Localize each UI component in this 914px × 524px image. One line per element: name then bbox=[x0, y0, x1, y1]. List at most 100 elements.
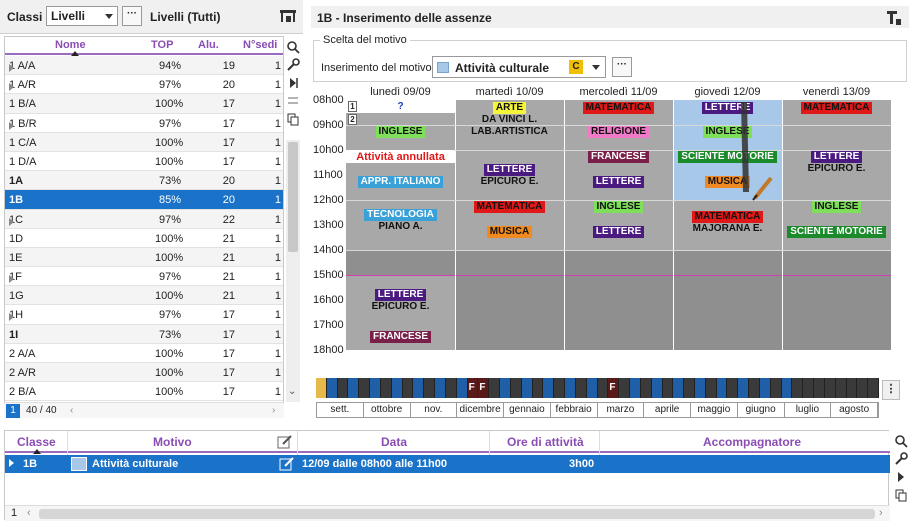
expand-icon[interactable] bbox=[894, 470, 908, 484]
unknown-lesson[interactable]: ? bbox=[346, 101, 455, 112]
lesson-cell[interactable]: APPR. ITALIANO bbox=[346, 176, 455, 188]
week-block[interactable] bbox=[868, 378, 880, 398]
lesson-cell[interactable]: MATEMATICA bbox=[564, 102, 673, 115]
week-block[interactable] bbox=[662, 378, 674, 398]
expand-row-icon[interactable] bbox=[9, 121, 14, 130]
lesson-cell[interactable]: MATEMATICA bbox=[782, 102, 891, 115]
table-row[interactable]: 2 A/A 100% 17 1 bbox=[5, 343, 283, 363]
month-label[interactable]: agosto bbox=[831, 403, 878, 417]
week-block[interactable] bbox=[738, 378, 750, 398]
motivo-select[interactable]: Attività culturale C bbox=[432, 56, 606, 78]
week-block[interactable] bbox=[380, 378, 392, 398]
week-block[interactable] bbox=[619, 378, 631, 398]
lesson-cell[interactable]: INGLESE bbox=[782, 201, 891, 213]
week-block[interactable] bbox=[759, 378, 771, 398]
copy-icon[interactable] bbox=[894, 488, 908, 502]
table-row[interactable]: 1H 97% 17 1 bbox=[5, 305, 283, 325]
table-row[interactable]: 1A 73% 20 1 bbox=[5, 171, 283, 191]
lesson-cell[interactable]: INGLESE bbox=[564, 201, 673, 213]
week-block[interactable] bbox=[640, 378, 652, 398]
lesson-cell[interactable]: MUSICA bbox=[455, 226, 564, 238]
week-block[interactable] bbox=[857, 378, 869, 398]
expand-row-icon[interactable] bbox=[9, 83, 14, 92]
col-data[interactable]: Data bbox=[381, 435, 407, 449]
month-label[interactable]: ottobre bbox=[364, 403, 411, 417]
week-block[interactable] bbox=[359, 378, 371, 398]
classi-more-button[interactable]: ··· bbox=[122, 6, 142, 26]
table-row[interactable]: 1B 85% 20 1 bbox=[5, 190, 283, 210]
year-calendar-strip[interactable]: FFF sett. ottobre nov. dicembre gennaio febbr… bbox=[316, 378, 880, 418]
week-block[interactable] bbox=[684, 378, 695, 398]
wrench-icon[interactable] bbox=[894, 452, 908, 466]
day-header[interactable]: lunedì 09/09 bbox=[346, 86, 455, 100]
week-block[interactable] bbox=[391, 378, 403, 398]
search-icon[interactable] bbox=[286, 40, 300, 54]
week-block[interactable] bbox=[456, 378, 468, 398]
table-row[interactable]: 1 A/R 97% 20 1 bbox=[5, 75, 283, 95]
month-label[interactable]: maggio bbox=[691, 403, 738, 417]
filter-icon[interactable] bbox=[885, 9, 903, 27]
col-classe[interactable]: Classe bbox=[17, 435, 56, 449]
page-current[interactable]: 1 bbox=[6, 404, 20, 418]
lesson-cell[interactable]: LETTERE EPICURO E. bbox=[346, 288, 455, 313]
lesson-cell[interactable]: LETTERE EPICURO E. bbox=[455, 163, 564, 188]
week-block[interactable] bbox=[846, 378, 858, 398]
day-header[interactable]: venerdì 13/09 bbox=[782, 86, 891, 100]
week-block[interactable] bbox=[370, 378, 381, 398]
week-block[interactable] bbox=[792, 378, 804, 398]
col-accompagnatore[interactable]: Accompagnatore bbox=[703, 435, 801, 449]
expand-row-icon[interactable] bbox=[9, 64, 14, 72]
table-row[interactable]: 2 B/A 100% 17 1 bbox=[5, 382, 283, 402]
cancelled-activity[interactable]: Attività annullata bbox=[346, 151, 455, 163]
lesson-cell[interactable]: LETTERE bbox=[564, 176, 673, 188]
day-header[interactable]: martedì 10/09 bbox=[455, 86, 564, 100]
week-block[interactable] bbox=[835, 378, 847, 398]
scroll-right-icon[interactable]: › bbox=[272, 405, 275, 416]
week-block[interactable] bbox=[673, 378, 685, 398]
week-block[interactable] bbox=[651, 378, 663, 398]
week-block[interactable] bbox=[781, 378, 793, 398]
week-row-2[interactable]: 2 bbox=[348, 114, 357, 125]
month-label[interactable]: nov. bbox=[411, 403, 458, 417]
lesson-cell[interactable]: FRANCESE bbox=[346, 331, 455, 343]
col-motivo[interactable]: Motivo bbox=[153, 435, 192, 449]
table-row[interactable]: 1E 100% 21 1 bbox=[5, 247, 283, 268]
table-row[interactable]: 1 B/A 100% 17 1 bbox=[5, 94, 283, 114]
expand-icon[interactable] bbox=[286, 76, 300, 90]
scroll-left-icon[interactable]: ‹ bbox=[70, 405, 73, 416]
classroom-icon[interactable] bbox=[279, 8, 297, 24]
lesson-cell[interactable]: TECNOLOGIA PIANO A. bbox=[346, 208, 455, 233]
col-alunni[interactable]: Alu. bbox=[198, 39, 219, 51]
expand-row-icon[interactable] bbox=[9, 459, 14, 467]
table-row[interactable]: 2 A/R 100% 17 1 bbox=[5, 363, 283, 383]
month-label[interactable]: giugno bbox=[738, 403, 785, 417]
expand-row-icon[interactable] bbox=[9, 217, 14, 226]
day-header[interactable]: giovedì 12/09 bbox=[673, 86, 782, 100]
week-block[interactable] bbox=[510, 378, 522, 398]
month-label[interactable]: gennaio bbox=[504, 403, 551, 417]
month-label[interactable]: dicembre bbox=[457, 403, 504, 417]
lesson-cell[interactable]: LETTERE bbox=[564, 226, 673, 238]
table-row[interactable]: 1B Attività culturale 12/09 dalle 08h00 … bbox=[5, 455, 890, 473]
calendar-menu-button[interactable]: ⋮ bbox=[882, 380, 900, 400]
col-sedi[interactable]: N°sedi bbox=[243, 39, 277, 51]
week-block[interactable] bbox=[770, 378, 782, 398]
week-block[interactable] bbox=[543, 378, 555, 398]
week-block[interactable] bbox=[586, 378, 598, 398]
day-header[interactable]: mercoledì 11/09 bbox=[564, 86, 673, 100]
week-block[interactable] bbox=[521, 378, 533, 398]
week-block[interactable]: F bbox=[467, 378, 479, 398]
month-label[interactable]: marzo bbox=[598, 403, 645, 417]
copy-icon[interactable] bbox=[286, 112, 300, 126]
lesson-cell[interactable]: MATEMATICA bbox=[455, 201, 564, 213]
motivo-more-button[interactable]: ··· bbox=[612, 57, 632, 77]
week-block[interactable]: F bbox=[608, 378, 620, 398]
month-label[interactable]: febbraio bbox=[551, 403, 598, 417]
week-block[interactable] bbox=[694, 378, 706, 398]
classes-scrollbar[interactable] bbox=[286, 140, 300, 402]
scroll-down-icon[interactable]: ⌄ bbox=[288, 386, 296, 397]
week-block[interactable] bbox=[803, 378, 815, 398]
week-block[interactable] bbox=[348, 378, 360, 398]
week-block[interactable] bbox=[489, 378, 501, 398]
scroll-left-icon[interactable]: ‹ bbox=[27, 507, 31, 519]
